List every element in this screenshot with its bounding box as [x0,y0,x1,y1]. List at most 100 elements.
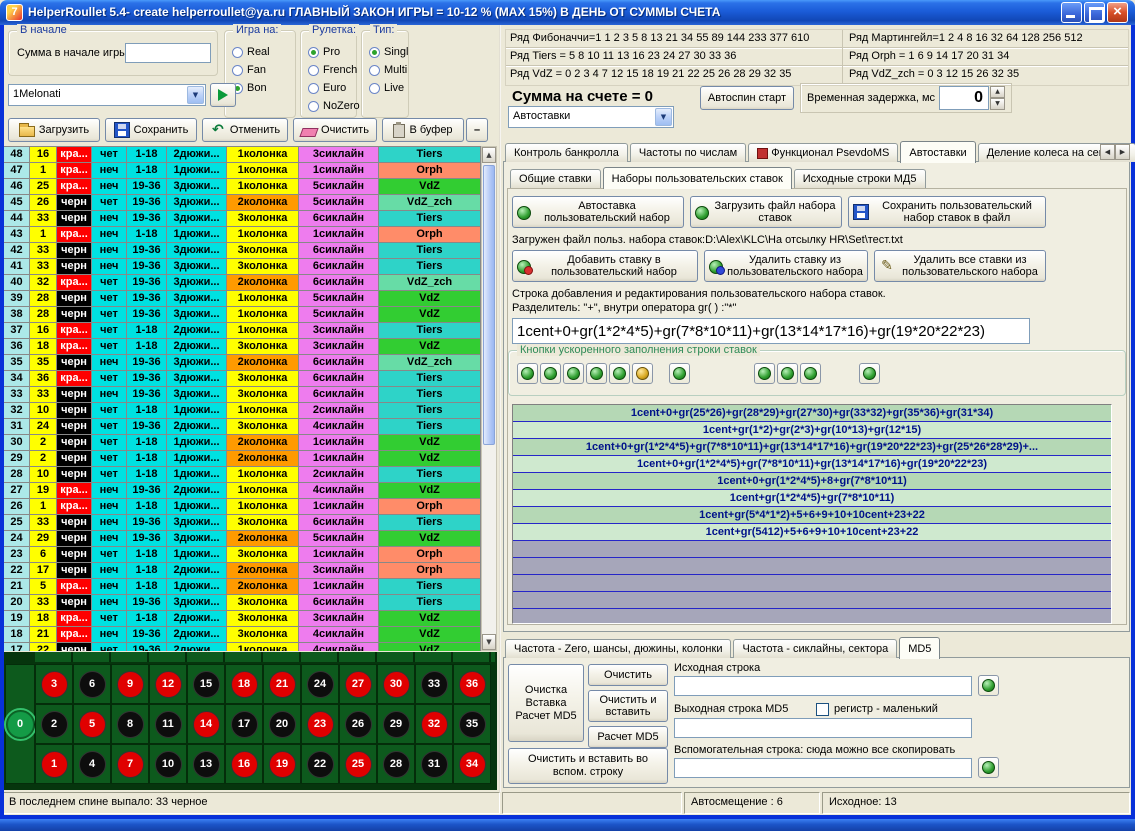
board-cell[interactable]: 22 [301,744,339,784]
bet-string-input[interactable] [512,318,1030,344]
quick-fill-button[interactable] [586,363,607,384]
bet-list-item[interactable]: 1cent+0+gr(25*26)+gr(28*29)+gr(27*30)+gr… [513,405,1111,422]
quick-fill-button[interactable] [754,363,775,384]
board-cell[interactable]: 5 [73,704,111,744]
board-cell[interactable]: 19 [263,744,301,784]
toolbar-button[interactable]: В буфер [382,118,464,142]
quick-fill-button[interactable] [669,363,690,384]
scroll-track[interactable] [482,163,496,634]
bet-list-item[interactable]: 1cent+0+gr(1*2*4*5)+8+gr(7*8*10*11) [513,473,1111,490]
board-cell[interactable]: 3 [35,664,73,704]
md5-source-input[interactable] [674,676,972,696]
board-cell[interactable]: 2 [35,704,73,744]
board-cell[interactable]: 9 [111,664,149,704]
chevron-down-icon[interactable]: ▼ [187,86,204,104]
radio-french[interactable]: French [308,61,356,79]
quick-fill-button[interactable] [777,363,798,384]
board-cell[interactable]: 17 [225,704,263,744]
quick-fill-button[interactable] [609,363,630,384]
board-cell[interactable]: 10 [149,744,187,784]
board-cell[interactable]: 24 [301,664,339,704]
radio-live[interactable]: Live [369,79,408,97]
table-row[interactable]: 431кра...неч1-181дюжи...1колонка1сиклайн… [4,227,481,243]
board-cell[interactable]: 26 [339,704,377,744]
board-cell-zero[interactable]: 0 [5,664,35,784]
board-cell[interactable]: 8 [111,704,149,744]
bottom-tab-2[interactable]: MD5 [899,637,940,659]
board-cell[interactable]: 33 [415,664,453,704]
board-cell[interactable]: 25 [339,744,377,784]
board-cell[interactable]: 16 [225,744,263,784]
md5-stack-button[interactable]: Очистка Вставка Расчет MD5 [508,664,584,742]
quick-fill-button[interactable] [632,363,653,384]
table-row[interactable]: 3928чернчет19-363дюжи...1колонка5сиклайн… [4,291,481,307]
table-row[interactable]: 2033черннеч19-363дюжи...3колонка6сиклайн… [4,595,481,611]
close-button[interactable] [1107,2,1128,23]
minimize-button[interactable] [1061,2,1082,23]
tabs-scroll-left-button[interactable]: ◀ [1100,144,1115,160]
toolbar-button[interactable]: Отменить [202,118,288,142]
action-button[interactable]: Автоставка пользовательский набор [512,196,684,228]
board-cell[interactable]: 13 [187,744,225,784]
radio-real[interactable]: Real [232,43,295,61]
sub-tab-2[interactable]: Исходные строки МД5 [794,169,926,188]
md5-clear-paste-button[interactable]: Очистить и вставить [588,690,668,722]
table-row[interactable]: 4233черннеч19-363дюжи...3колонка6сиклайн… [4,243,481,259]
table-row[interactable]: 1722чернчет19-362дюжи...1колонка4сиклайн… [4,643,481,651]
delay-spinner-value[interactable]: 0 [939,86,989,110]
quick-fill-button[interactable] [859,363,880,384]
bet-list-item[interactable]: 1cent+gr(1*2)+gr(2*3)+gr(10*13)+gr(12*15… [513,422,1111,439]
quick-fill-button[interactable] [800,363,821,384]
bet-list-item[interactable]: 1cent+gr(5412)+5+6+9+10+10cent+23+22 [513,524,1111,541]
toolbar-button[interactable]: Очистить [293,118,377,142]
history-scrollbar[interactable]: ▲ ▼ [481,146,497,651]
table-row[interactable]: 3535черннеч19-363дюжи...2колонка6сиклайн… [4,355,481,371]
radio-bon[interactable]: Bon [232,79,295,97]
radio-pro[interactable]: Pro [308,43,356,61]
toolbar-button[interactable]: Сохранить [105,118,197,142]
spinner-up-button[interactable]: ▲ [990,86,1005,98]
board-cell[interactable]: 30 [377,664,415,704]
radio-singl[interactable]: Singl [369,43,408,61]
md5-source-chip-button[interactable] [978,675,999,696]
tabs-scroll-right-button[interactable]: ▶ [1115,144,1130,160]
table-row[interactable]: 1918кра...чет1-182дюжи...3колонка3сиклай… [4,611,481,627]
table-row[interactable]: 3716кра...чет1-182дюжи...1колонка3сиклай… [4,323,481,339]
board-cell[interactable]: 23 [301,704,339,744]
radio-fan[interactable]: Fan [232,61,295,79]
board-cell[interactable]: 20 [263,704,301,744]
table-row[interactable]: 215кра...неч1-181дюжи...2колонка1сиклайн… [4,579,481,595]
board-cell[interactable]: 32 [415,704,453,744]
play-button[interactable] [210,83,236,107]
board-cell[interactable]: 11 [149,704,187,744]
autospin-start-button[interactable]: Автоспин старт [700,86,794,110]
bet-list-item[interactable]: 1cent+0+gr(1*2*4*5)+gr(7*8*10*11)+gr(13*… [513,456,1111,473]
table-row[interactable]: 4433черннеч19-363дюжи...3колонка6сиклайн… [4,211,481,227]
table-row[interactable]: 3210чернчет1-181дюжи...1колонка2сиклайнT… [4,403,481,419]
quick-fill-button[interactable] [563,363,584,384]
table-row[interactable]: 4816кра...чет1-182дюжи...1колонка3сиклай… [4,147,481,163]
action-button[interactable]: Удалить ставку из пользовательского набо… [704,250,868,282]
scroll-up-button[interactable]: ▲ [482,147,496,163]
table-row[interactable]: 471кра...неч1-181дюжи...1колонка1сиклайн… [4,163,481,179]
table-row[interactable]: 4133черннеч19-363дюжи...3колонка6сиклайн… [4,259,481,275]
board-cell[interactable]: 29 [377,704,415,744]
table-row[interactable]: 2429черннеч19-363дюжи...2колонка5сиклайн… [4,531,481,547]
table-row[interactable]: 3436кра...чет19-363дюжи...3колонка6сикла… [4,371,481,387]
board-cell[interactable]: 27 [339,664,377,704]
chevron-down-icon[interactable]: ▼ [655,108,672,126]
table-row[interactable]: 236чернчет1-181дюжи...3колонка1сиклайнOr… [4,547,481,563]
action-button[interactable]: Добавить ставку в пользовательский набор [512,250,698,282]
table-row[interactable]: 4625кра...неч19-363дюжи...1колонка5сикла… [4,179,481,195]
board-cell[interactable]: 4 [73,744,111,784]
preset-combo[interactable]: 1Melonati ▼ [8,84,206,106]
md5-clear-button[interactable]: Очистить [588,664,668,686]
board-cell[interactable]: 35 [453,704,491,744]
table-row[interactable]: 4526чернчет19-363дюжи...2колонка5сиклайн… [4,195,481,211]
md5-aux-chip-button[interactable] [978,757,999,778]
md5-clear-paste-aux-button[interactable]: Очистить и вставить во вспом. строку [508,748,668,784]
radio-euro[interactable]: Euro [308,79,356,97]
board-cell[interactable]: 15 [187,664,225,704]
md5-calc-button[interactable]: Расчет MD5 [588,726,668,748]
quick-fill-button[interactable] [540,363,561,384]
